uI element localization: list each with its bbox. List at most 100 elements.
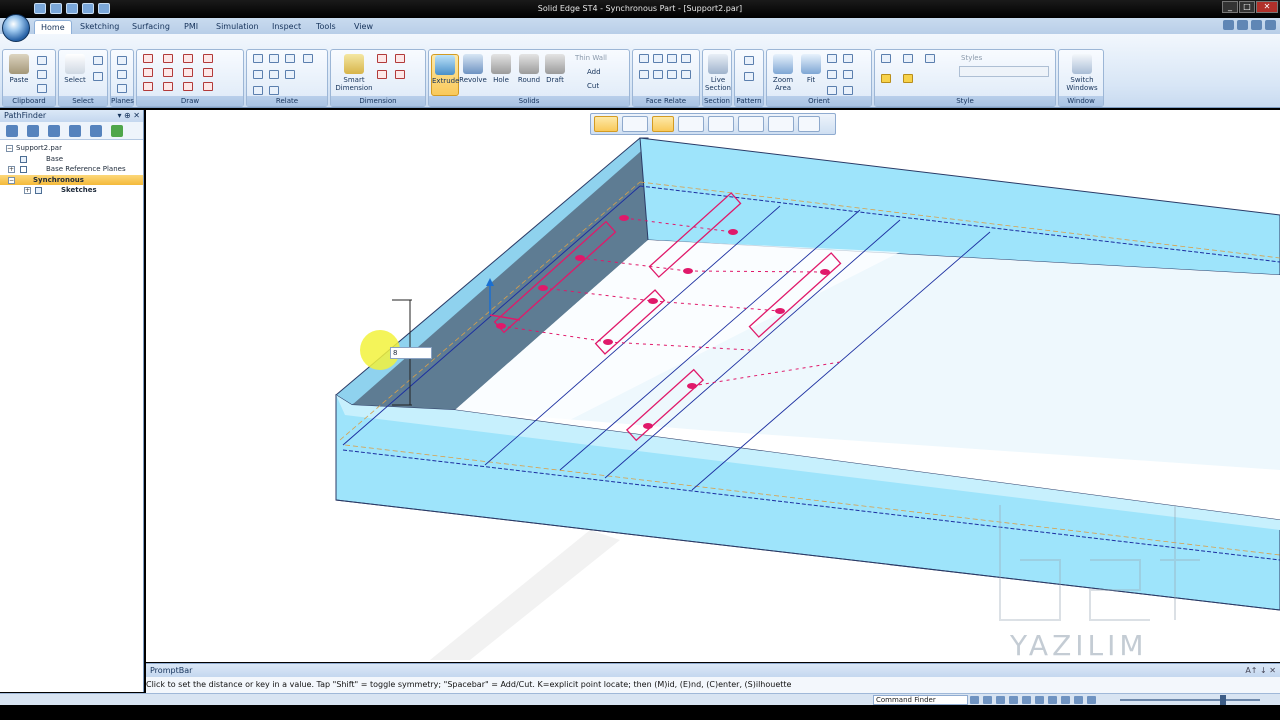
pathfinder-tab-layers-icon[interactable] bbox=[27, 125, 39, 137]
coordinate-dimension-icon[interactable] bbox=[377, 70, 387, 79]
switch-windows-button[interactable]: Switch Windows bbox=[1061, 54, 1103, 92]
shaded-icon[interactable] bbox=[881, 54, 891, 63]
zoom-status-icon[interactable] bbox=[983, 696, 992, 704]
tab-view[interactable]: View bbox=[348, 20, 379, 34]
curve-icon[interactable] bbox=[183, 82, 193, 91]
symmetric-icon[interactable] bbox=[269, 86, 279, 95]
project-icon[interactable] bbox=[203, 82, 213, 91]
display-status-icon[interactable] bbox=[1074, 696, 1083, 704]
coplanar-icon[interactable] bbox=[639, 54, 649, 63]
ellipse-icon[interactable] bbox=[143, 82, 153, 91]
sketch-view-icon[interactable] bbox=[843, 70, 853, 79]
add-cut-icon[interactable] bbox=[678, 116, 704, 132]
treatment-icon[interactable] bbox=[768, 116, 794, 132]
thin-wall-button[interactable]: Thin Wall bbox=[575, 54, 607, 62]
view-orient-status-icon[interactable] bbox=[1048, 696, 1057, 704]
tree-item-base[interactable]: Base bbox=[0, 154, 143, 165]
tab-tools[interactable]: Tools bbox=[310, 20, 342, 34]
live-section-button[interactable]: Live Section bbox=[703, 54, 733, 92]
tree-item-base-reference-planes[interactable]: + Base Reference Planes bbox=[0, 164, 143, 175]
tree-item-sketches[interactable]: + Sketches bbox=[0, 185, 143, 196]
select-button[interactable]: Select bbox=[61, 54, 89, 84]
mirror-icon[interactable] bbox=[203, 68, 213, 77]
mirror-body-icon[interactable] bbox=[744, 72, 754, 81]
ribbon-minimize-icon[interactable] bbox=[1237, 20, 1248, 30]
select-tools-icon[interactable] bbox=[93, 72, 103, 81]
parallel-face-icon[interactable] bbox=[667, 54, 677, 63]
tab-inspect[interactable]: Inspect bbox=[266, 20, 307, 34]
zoom-slider-thumb[interactable] bbox=[1220, 695, 1226, 705]
rotate-status-icon[interactable] bbox=[1022, 696, 1031, 704]
fit-status-icon[interactable] bbox=[996, 696, 1005, 704]
copy-icon[interactable] bbox=[37, 70, 47, 79]
round-button[interactable]: Round bbox=[515, 54, 543, 84]
extrude-button[interactable]: Extrude bbox=[431, 54, 459, 96]
smart-dimension-button[interactable]: Smart Dimension bbox=[335, 54, 373, 92]
tab-pmi[interactable]: PMI bbox=[178, 20, 204, 34]
pattern-icon[interactable] bbox=[744, 56, 754, 65]
paste-button[interactable]: Paste bbox=[5, 54, 33, 84]
prompt-bar-controls[interactable]: A↑ ↓ ✕ bbox=[1245, 664, 1276, 677]
color-icon[interactable] bbox=[881, 74, 891, 83]
coaxial-icon[interactable] bbox=[653, 54, 663, 63]
zoom-area-button[interactable]: Zoom Area bbox=[769, 54, 797, 92]
lock-plane-icon[interactable] bbox=[117, 84, 127, 93]
symmetric-face-icon[interactable] bbox=[639, 70, 649, 79]
select-filter-icon[interactable] bbox=[93, 56, 103, 65]
dimension-value-input[interactable]: 8 bbox=[390, 347, 432, 359]
spin-status-icon[interactable] bbox=[1035, 696, 1044, 704]
help-icon[interactable] bbox=[1223, 20, 1234, 30]
offset-face-icon[interactable] bbox=[653, 70, 663, 79]
fillet-icon[interactable] bbox=[203, 54, 213, 63]
pan-status-icon[interactable] bbox=[1009, 696, 1018, 704]
pathfinder-tab-features-icon[interactable] bbox=[6, 125, 18, 137]
pathfinder-pin-close[interactable]: ▾ ⊕ ✕ bbox=[117, 110, 140, 122]
zoom-slider[interactable] bbox=[1120, 695, 1260, 705]
tangent-icon[interactable] bbox=[285, 54, 295, 63]
parallel-icon[interactable] bbox=[253, 70, 263, 79]
tree-item-part[interactable]: − Support2.par bbox=[0, 143, 143, 154]
doc-close-icon[interactable] bbox=[1265, 20, 1276, 30]
extend-icon[interactable] bbox=[183, 68, 193, 77]
graphics-window[interactable]: YAZILIM 8 bbox=[146, 110, 1280, 662]
checkbox-icon[interactable] bbox=[35, 187, 42, 194]
symmetric-diameter-icon[interactable] bbox=[395, 70, 405, 79]
expand-icon[interactable]: + bbox=[24, 187, 31, 194]
ground-icon[interactable] bbox=[681, 70, 691, 79]
trim-icon[interactable] bbox=[163, 68, 173, 77]
line-icon[interactable] bbox=[143, 54, 153, 63]
rotate-icon[interactable] bbox=[827, 70, 837, 79]
angle-between-icon[interactable] bbox=[395, 54, 405, 63]
add-button[interactable]: Add bbox=[587, 68, 601, 76]
pathfinder-tab-feature-library-icon[interactable] bbox=[90, 125, 102, 137]
named-views-icon[interactable] bbox=[843, 86, 853, 95]
extent-type-icon[interactable] bbox=[622, 116, 648, 132]
pathfinder-tab-family-icon[interactable] bbox=[69, 125, 81, 137]
keypoints-icon[interactable] bbox=[708, 116, 734, 132]
revolve-button[interactable]: Revolve bbox=[459, 54, 487, 84]
plane-icon[interactable] bbox=[117, 56, 127, 65]
relationship-handles-icon[interactable] bbox=[303, 54, 313, 63]
shading-status-icon[interactable] bbox=[1061, 696, 1070, 704]
coordinate-system-icon[interactable] bbox=[117, 70, 127, 79]
doc-restore-icon[interactable] bbox=[1251, 20, 1262, 30]
draft-button[interactable]: Draft bbox=[543, 54, 567, 84]
collapse-icon[interactable]: − bbox=[6, 145, 13, 152]
settings-status-icon[interactable] bbox=[1087, 696, 1096, 704]
minimize-button[interactable]: _ bbox=[1222, 1, 1238, 13]
hole-button[interactable]: Hole bbox=[487, 54, 515, 84]
tab-sketching[interactable]: Sketching bbox=[74, 20, 125, 34]
style-dropdown[interactable] bbox=[959, 66, 1049, 77]
tab-home[interactable]: Home bbox=[34, 20, 72, 34]
cut-icon[interactable] bbox=[37, 56, 47, 65]
selection-options-icon[interactable] bbox=[738, 116, 764, 132]
application-button[interactable] bbox=[2, 14, 30, 42]
distance-between-icon[interactable] bbox=[377, 54, 387, 63]
circle-icon[interactable] bbox=[183, 54, 193, 63]
side-step-icon[interactable] bbox=[652, 116, 674, 132]
cut-button[interactable]: Cut bbox=[587, 82, 599, 90]
format-painter-icon[interactable] bbox=[37, 84, 47, 93]
perpendicular-icon[interactable] bbox=[269, 70, 279, 79]
collapse-icon[interactable]: − bbox=[8, 176, 15, 184]
checkbox-icon[interactable] bbox=[20, 166, 27, 173]
